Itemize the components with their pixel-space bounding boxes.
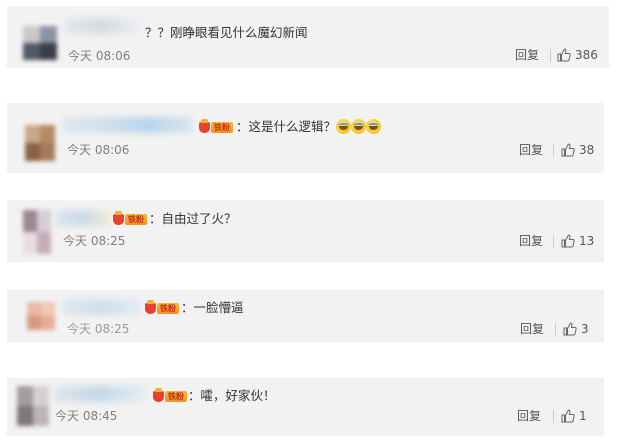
comment-text: ？？刚睁眼看见什么魔幻新闻 [145,25,308,40]
username-blurred[interactable] [65,18,140,34]
timestamp: 今天 08:06 [67,143,130,157]
like-count: 1 [579,409,587,423]
like-button[interactable]: 3 [563,321,589,337]
like-count: 3 [581,322,589,336]
comment-text: ：嚯，好家伙！ [188,388,276,403]
timestamp: 今天 08:25 [63,234,126,248]
thumbs-up-icon [561,409,575,423]
thumbs-up-icon [563,322,577,336]
avatar[interactable] [23,210,51,254]
thumbs-up-icon [557,48,571,62]
reply-button[interactable]: 回复 [520,322,544,336]
laughing-tears-emoji-icon [366,119,382,134]
reply-button[interactable]: 回复 [519,234,543,248]
like-button[interactable]: 386 [557,47,598,63]
username-blurred[interactable] [63,299,141,315]
comment-text: ：这是什么逻辑？ [236,119,382,135]
username-blurred[interactable] [63,117,193,133]
avatar[interactable] [25,125,55,161]
divider [553,235,554,248]
username-blurred[interactable] [55,386,147,402]
username-blurred[interactable] [55,210,111,226]
laughing-tears-emoji-icon [351,119,367,134]
comment-text: ：一脸懵逼 [181,300,244,315]
fan-badge-icon: 铁粉 [145,300,179,315]
thumbs-up-icon [561,234,575,248]
like-button[interactable]: 38 [561,142,594,158]
reply-button[interactable]: 回复 [519,143,543,157]
comment-card: ？？刚睁眼看见什么魔幻新闻 今天 08:06 回复 386 [7,6,609,68]
timestamp: 今天 08:06 [68,49,131,63]
comment-card: 铁粉 ：一脸懵逼 今天 08:25 回复 3 [7,290,604,342]
reply-button[interactable]: 回复 [515,48,539,62]
laughing-tears-emoji-icon [336,119,352,134]
comment-list: ？？刚睁眼看见什么魔幻新闻 今天 08:06 回复 386 铁粉 ：这是什么逻辑… [0,0,617,442]
fan-badge-icon: 铁粉 [153,388,187,403]
comment-card: 铁粉 ：自由过了火？ 今天 08:25 回复 13 [7,200,604,262]
timestamp: 今天 08:25 [67,322,130,336]
avatar[interactable] [17,386,49,426]
avatar[interactable] [23,26,57,60]
comment-text-content: ：这是什么逻辑？ [236,119,337,134]
fan-badge-icon: 铁粉 [113,211,147,226]
divider [553,144,554,157]
thumbs-up-icon [561,143,575,157]
avatar[interactable] [27,302,55,330]
timestamp: 今天 08:45 [55,409,118,423]
comment-card: 铁粉 ：嚯，好家伙！ 今天 08:45 回复 1 [7,378,604,436]
reply-button[interactable]: 回复 [517,409,541,423]
like-button[interactable]: 13 [561,233,594,249]
divider [555,323,556,336]
comment-card: 铁粉 ：这是什么逻辑？ 今天 08:06 回复 38 [7,103,604,173]
divider [550,49,551,62]
like-count: 386 [575,48,598,62]
fan-badge-icon: 铁粉 [199,119,233,134]
like-button[interactable]: 1 [561,408,587,424]
comment-text: ：自由过了火？ [149,211,237,226]
divider [553,410,554,423]
like-count: 13 [579,234,595,248]
like-count: 38 [579,143,595,157]
